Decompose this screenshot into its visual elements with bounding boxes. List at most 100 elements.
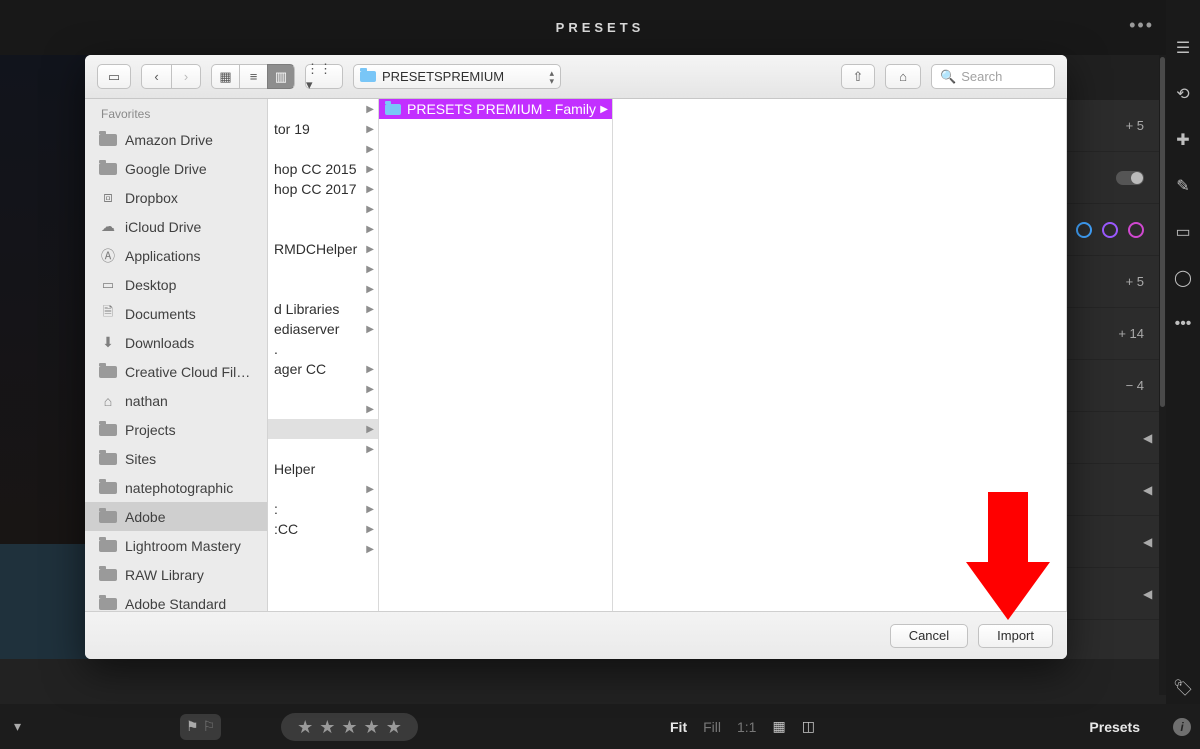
more-icon[interactable]: ••• — [1173, 314, 1193, 334]
file-label: tor 19 — [274, 121, 366, 137]
column-1[interactable]: ▶tor 19▶▶hop CC 2015▶hop CC 2017▶▶▶RMDCH… — [268, 99, 379, 611]
presets-label[interactable]: Presets — [1089, 719, 1140, 735]
file-row[interactable]: ▶ — [268, 99, 378, 119]
file-row[interactable]: ▶ — [268, 539, 378, 559]
dialog-body: Favorites Amazon DriveGoogle Drive⧈Dropb… — [85, 99, 1067, 611]
chevron-down-icon[interactable]: ▾ — [14, 718, 21, 735]
apps-icon: Ⓐ — [99, 249, 117, 263]
file-row[interactable]: ▶ — [268, 279, 378, 299]
color-circles[interactable] — [1076, 222, 1144, 238]
file-row[interactable]: ▶ — [268, 219, 378, 239]
file-row[interactable]: ▶ — [268, 419, 378, 439]
sidebar-item[interactable]: ⌂nathan — [85, 386, 267, 415]
sidebar-item[interactable]: ▭Desktop — [85, 270, 267, 299]
file-row[interactable]: d Libraries▶ — [268, 299, 378, 319]
more-icon[interactable]: ••• — [1129, 0, 1154, 55]
cancel-button[interactable]: Cancel — [890, 624, 968, 648]
sidebar-section-label: Favorites — [85, 99, 267, 125]
sidebar-item[interactable]: Google Drive — [85, 154, 267, 183]
sidebar-item[interactable]: ☁︎iCloud Drive — [85, 212, 267, 241]
sidebar-item[interactable]: Projects — [85, 415, 267, 444]
file-row[interactable]: ▶ — [268, 379, 378, 399]
zoom-fit[interactable]: Fit — [670, 719, 687, 735]
toggle-sidebar-button[interactable]: ▭ — [97, 64, 131, 89]
brush-icon[interactable]: ✎ — [1173, 176, 1193, 196]
rating-stars[interactable]: ★ ★ ★ ★ ★ — [281, 713, 418, 741]
file-row[interactable]: ▶ — [268, 399, 378, 419]
star-icon[interactable]: ★ — [297, 718, 313, 736]
file-row[interactable]: hop CC 2015▶ — [268, 159, 378, 179]
file-row[interactable]: tor 19▶ — [268, 119, 378, 139]
chevron-right-icon: ▶ — [366, 364, 374, 375]
sidebar-item-label: Adobe — [125, 509, 165, 525]
flag-reject-icon[interactable]: ⚐ — [203, 718, 216, 735]
sidebar-item[interactable]: ⬇︎Downloads — [85, 328, 267, 357]
search-input[interactable]: 🔍 Search — [931, 64, 1055, 89]
file-row[interactable]: ager CC▶ — [268, 359, 378, 379]
file-row[interactable]: :▶ — [268, 499, 378, 519]
lr-footer: ▾ ⚑ ⚐ ★ ★ ★ ★ ★ Fit Fill 1:1 ▦ ◫ Presets… — [0, 704, 1200, 749]
flag-toggle[interactable]: ⚑ ⚐ — [180, 714, 221, 740]
folder-icon — [99, 481, 117, 495]
file-row[interactable]: ▶ — [268, 259, 378, 279]
back-button[interactable]: ‹ — [141, 64, 171, 89]
chevron-right-icon: ▶ — [366, 424, 374, 435]
grid-icon[interactable]: ▦ — [772, 718, 785, 735]
zoom-one[interactable]: 1:1 — [737, 719, 756, 735]
compare-icon[interactable]: ◫ — [802, 718, 815, 735]
flag-pick-icon[interactable]: ⚑ — [186, 718, 199, 735]
chevron-right-icon: ▶ — [366, 284, 374, 295]
folder-icon — [99, 365, 117, 379]
info-icon[interactable]: i — [1173, 718, 1191, 736]
sidebar-item[interactable]: RAW Library — [85, 560, 267, 589]
sidebar-item[interactable]: Adobe Standard — [85, 589, 267, 611]
sidebar-item[interactable]: Adobe — [85, 502, 267, 531]
sidebar-item[interactable]: natephotographic — [85, 473, 267, 502]
list-view-button[interactable]: ≡ — [239, 64, 267, 89]
tags-button[interactable]: ⌂ — [885, 64, 921, 89]
crop-icon[interactable]: ⟲ — [1173, 84, 1193, 104]
star-icon[interactable]: ★ — [319, 718, 335, 736]
sidebar-item-label: Creative Cloud Fil… — [125, 364, 250, 380]
chevron-right-icon: ▶ — [366, 124, 374, 135]
sidebar-item[interactable]: ⒶApplications — [85, 241, 267, 270]
panel-scrollbar[interactable] — [1159, 55, 1166, 695]
zoom-fill[interactable]: Fill — [703, 719, 721, 735]
star-icon[interactable]: ★ — [386, 718, 402, 736]
file-row[interactable]: ▶ — [268, 199, 378, 219]
chevron-right-icon: ▶ — [366, 204, 374, 215]
toggle-switch[interactable] — [1116, 171, 1144, 185]
icon-view-button[interactable]: ▦ — [211, 64, 239, 89]
sidebar-item[interactable]: Sites — [85, 444, 267, 473]
chevron-right-icon: ▶ — [366, 324, 374, 335]
chevron-right-icon: ▶ — [366, 264, 374, 275]
file-row[interactable]: Helper — [268, 459, 378, 479]
share-button[interactable]: ⇧ — [841, 64, 875, 89]
tag-icon[interactable]: 🏷 — [1173, 678, 1193, 698]
file-row[interactable]: ▶ — [268, 479, 378, 499]
gradient-icon[interactable]: ▭ — [1173, 222, 1193, 242]
radial-icon[interactable]: ◯ — [1173, 268, 1193, 288]
column-2[interactable]: PRESETS PREMIUM - Family▶ — [379, 99, 613, 611]
file-row[interactable]: ediaserver▶ — [268, 319, 378, 339]
column-view-button[interactable]: ▥ — [267, 64, 295, 89]
file-row[interactable]: hop CC 2017▶ — [268, 179, 378, 199]
sidebar-item[interactable]: ⧈Dropbox — [85, 183, 267, 212]
group-button[interactable]: ⋮⋮ ▾ — [305, 64, 343, 89]
file-row[interactable]: ▶ — [268, 439, 378, 459]
file-row[interactable]: . — [268, 339, 378, 359]
sidebar-item[interactable]: Lightroom Mastery — [85, 531, 267, 560]
file-row[interactable]: PRESETS PREMIUM - Family▶ — [379, 99, 612, 119]
file-row[interactable]: ▶ — [268, 139, 378, 159]
sidebar-item[interactable]: 🗎Documents — [85, 299, 267, 328]
star-icon[interactable]: ★ — [364, 718, 380, 736]
sidebar-item[interactable]: Amazon Drive — [85, 125, 267, 154]
sidebar-item[interactable]: Creative Cloud Fil… — [85, 357, 267, 386]
star-icon[interactable]: ★ — [341, 718, 357, 736]
file-row[interactable]: RMDCHelper▶ — [268, 239, 378, 259]
heal-icon[interactable]: ✚ — [1173, 130, 1193, 150]
file-row[interactable]: :CC▶ — [268, 519, 378, 539]
sidebar-item-label: Downloads — [125, 335, 194, 351]
sliders-icon[interactable]: ☰ — [1173, 38, 1193, 58]
path-popup[interactable]: PRESETSPREMIUM ▴▾ — [353, 64, 561, 89]
